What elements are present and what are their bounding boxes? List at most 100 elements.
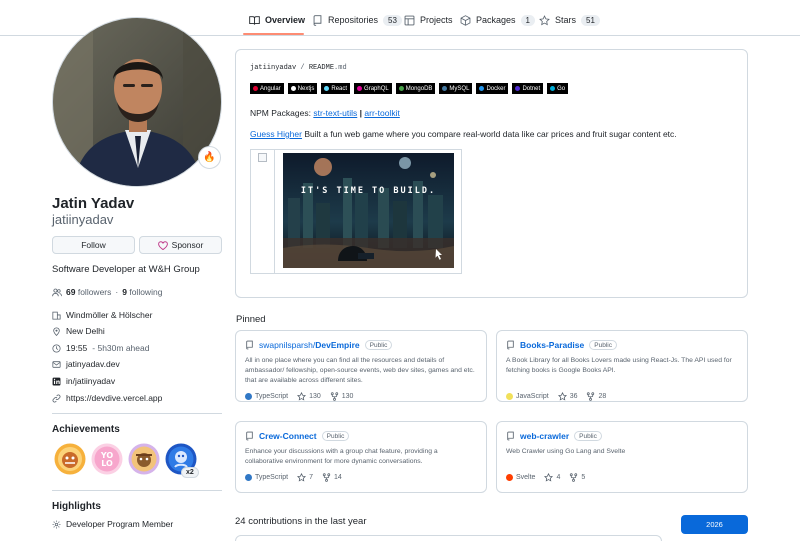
profile-name: Jatin Yadav xyxy=(52,195,135,212)
npm-package-link[interactable]: str-text-utils xyxy=(313,108,357,118)
follow-stats: 69 followers · 9 following xyxy=(52,287,162,297)
guess-higher-line: Guess Higher Built a fun web game where … xyxy=(250,129,677,139)
following-link[interactable]: 9 following xyxy=(122,287,162,297)
tab-stars-label: Stars xyxy=(555,15,577,25)
repo-language: TypeScript xyxy=(245,393,288,400)
tech-badge-label: Go xyxy=(557,85,566,92)
gear-icon xyxy=(52,520,61,528)
avatar-image xyxy=(53,18,221,186)
pinned-repo-name: DevEmpire xyxy=(315,340,360,350)
repo-language-label: JavaScript xyxy=(516,393,549,400)
pinned-repo-desc: Enhance your discussions with a group ch… xyxy=(245,448,438,465)
repo-stars[interactable]: 130 xyxy=(297,392,321,401)
tech-badge: MongoDB xyxy=(395,83,436,94)
tab-overview-label: Overview xyxy=(265,15,306,25)
followers-link[interactable]: 69 followers xyxy=(66,287,111,297)
language-color-dot xyxy=(245,474,252,481)
detail-email[interactable]: jatinyadav.dev xyxy=(52,358,120,370)
pinned-repo-name: Books-Paradise xyxy=(520,340,585,350)
repo-forks-count: 130 xyxy=(341,393,354,400)
year-button[interactable]: 2026 xyxy=(681,515,748,534)
tab-projects[interactable]: Projects xyxy=(404,10,453,30)
svg-text:LO: LO xyxy=(101,459,113,468)
visibility-badge: Public xyxy=(321,431,350,441)
pinned-repo-title[interactable]: Books-Paradise Public xyxy=(506,340,617,350)
pinned-repo-title[interactable]: swapnilsparsh/DevEmpire Public xyxy=(245,340,393,350)
broken-image-icon xyxy=(258,153,267,162)
banner-image[interactable]: IT'S TIME TO BUILD. xyxy=(283,153,454,268)
tech-badge: MySQL xyxy=(439,83,473,94)
achievement-quickdraw-icon[interactable] xyxy=(128,443,160,475)
repo-icon xyxy=(507,431,514,441)
tab-packages-label: Packages xyxy=(476,15,516,25)
repo-forks[interactable]: 5 xyxy=(569,473,585,482)
pinned-repo-title[interactable]: web-crawler Public xyxy=(506,431,602,441)
react-icon xyxy=(324,86,330,91)
readme-path-slash: / xyxy=(300,64,305,72)
followers-label: followers xyxy=(77,287,112,297)
tech-badge: React xyxy=(321,83,351,94)
repo-stars-count: 4 xyxy=(556,474,561,481)
fork-icon xyxy=(587,392,595,401)
dot-separator: · xyxy=(115,287,119,297)
repo-forks[interactable]: 130 xyxy=(330,392,354,401)
profile-login: jatiinyadav xyxy=(52,212,114,227)
language-color-dot xyxy=(506,393,513,400)
detail-website[interactable]: https://devdive.vercel.app xyxy=(52,392,162,404)
repo-stars-count: 36 xyxy=(569,393,578,400)
visibility-badge: Public xyxy=(364,340,393,350)
pinned-repo-meta: TypeScript 130 130 xyxy=(245,392,353,401)
tech-badge-label: Docker xyxy=(486,85,506,92)
readme-owner[interactable]: jatiinyadav xyxy=(250,64,296,72)
repo-stars-count: 130 xyxy=(309,393,321,400)
achievement-yolo-icon[interactable]: YO LO xyxy=(91,443,123,475)
mysql-icon xyxy=(442,86,448,91)
sponsor-button[interactable]: Sponsor xyxy=(139,236,222,254)
pinned-title: Pinned xyxy=(236,314,266,325)
pinned-repo-desc: All in one place where you can find all … xyxy=(245,357,475,384)
repo-icon xyxy=(313,14,322,26)
repo-stars[interactable]: 4 xyxy=(544,473,560,482)
tab-repositories[interactable]: Repositories 53 xyxy=(312,10,402,30)
highlight-item: Developer Program Member xyxy=(52,518,173,530)
npm-packages-line: NPM Packages: str-text-utils | arr-toolk… xyxy=(250,108,400,118)
readme-file[interactable]: README xyxy=(309,64,334,72)
language-color-dot xyxy=(245,393,252,400)
avatar[interactable] xyxy=(52,17,222,187)
repo-forks[interactable]: 14 xyxy=(322,473,342,482)
detail-location: New Delhi xyxy=(52,325,105,337)
npm-package-link[interactable]: arr-toolkit xyxy=(364,108,399,118)
guess-higher-link[interactable]: Guess Higher xyxy=(250,129,302,139)
tech-badge: Go xyxy=(547,83,569,94)
repo-forks-count: 14 xyxy=(333,474,342,481)
tech-badge-label: MySQL xyxy=(449,85,470,92)
tech-badge: Docker xyxy=(476,83,509,94)
detail-company-text: Windmöller & Hölscher xyxy=(66,310,153,320)
packages-count: 1 xyxy=(520,14,535,26)
follow-button[interactable]: Follow xyxy=(52,236,135,254)
achievement-pull-shark-icon[interactable] xyxy=(54,443,86,475)
detail-linkedin[interactable]: in/jatiinyadav xyxy=(52,375,115,387)
repo-forks[interactable]: 28 xyxy=(586,392,606,401)
repo-stars-count: 7 xyxy=(309,474,313,481)
banner-graphic: IT'S TIME TO BUILD. xyxy=(283,153,454,268)
tech-badge-label: Dotnet xyxy=(522,85,541,92)
repo-stars[interactable]: 7 xyxy=(297,473,313,482)
pinned-repo-name: Crew-Connect xyxy=(259,431,317,441)
tab-projects-label: Projects xyxy=(420,15,453,25)
package-icon xyxy=(460,14,471,26)
go-icon xyxy=(550,86,556,91)
repo-forks-count: 5 xyxy=(581,474,586,481)
star-icon xyxy=(297,392,307,401)
divider xyxy=(52,490,222,491)
tab-repositories-label: Repositories xyxy=(328,15,379,25)
repo-stars[interactable]: 36 xyxy=(557,392,578,401)
pinned-repo-title[interactable]: Crew-Connect Public xyxy=(245,431,350,441)
active-tab-indicator xyxy=(243,33,304,35)
tab-overview[interactable]: Overview xyxy=(249,10,305,30)
tab-packages[interactable]: Packages 1 xyxy=(460,10,535,30)
tab-stars[interactable]: Stars 51 xyxy=(539,10,600,30)
repo-icon xyxy=(507,340,514,350)
heart-icon xyxy=(157,240,168,250)
status-emoji[interactable]: 🔥 xyxy=(198,146,221,169)
